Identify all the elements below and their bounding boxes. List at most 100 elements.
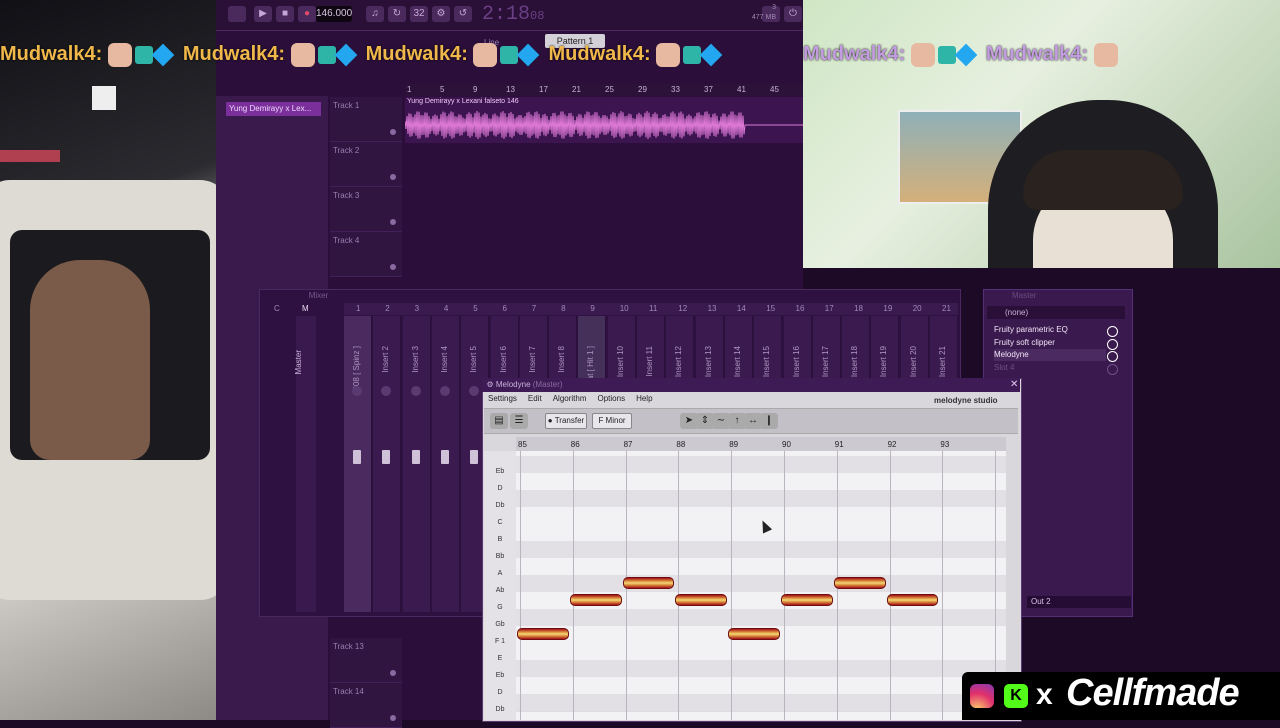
track-mute-indicator[interactable] <box>390 219 396 225</box>
menu-item[interactable]: Options <box>598 394 626 403</box>
track-mute-indicator[interactable] <box>390 715 396 721</box>
time-suffix: 08 <box>530 9 545 23</box>
melodyne-bar-ruler[interactable]: 85 86 87 88 89 90 91 92 93 <box>516 437 1006 451</box>
strip-number: 12 <box>678 304 688 313</box>
wait-input-icon[interactable]: ↻ <box>388 6 406 22</box>
play-icon[interactable]: ▶ <box>254 6 272 22</box>
step-edit-icon[interactable]: ⚙ <box>432 6 450 22</box>
pan-knob[interactable] <box>439 386 450 396</box>
track-mute-indicator[interactable] <box>390 264 396 270</box>
pan-knob[interactable] <box>381 386 392 396</box>
pan-knob[interactable] <box>410 386 421 396</box>
track-header[interactable]: Track 1 <box>330 97 402 142</box>
fx-slot[interactable]: Slot 4 <box>994 362 1106 374</box>
ruler-mark: 25 <box>605 85 614 94</box>
metronome-icon[interactable]: ♫ <box>366 6 384 22</box>
fx-slot[interactable]: Melodyne <box>994 349 1106 361</box>
strip-number: 21 <box>942 304 951 313</box>
track-header[interactable]: Track 3 <box>330 187 402 232</box>
face-emote-icon <box>910 42 935 67</box>
menu-item[interactable]: Help <box>636 394 652 403</box>
face-emote-icon <box>1093 42 1118 67</box>
audio-waveform <box>405 110 803 140</box>
street-sign <box>92 86 116 110</box>
stop-icon[interactable]: ■ <box>276 6 294 22</box>
playlist-ruler[interactable]: 1 5 9 13 17 21 25 29 33 37 41 45 <box>405 84 803 96</box>
cube-emote-icon <box>334 43 357 67</box>
pitch-blob[interactable] <box>517 628 569 640</box>
track-mute-indicator[interactable] <box>390 129 396 135</box>
bar-number: 90 <box>782 440 791 449</box>
strip-name: Insert 14 <box>732 346 742 378</box>
pitch-blob[interactable] <box>622 577 675 589</box>
clip-list-item[interactable]: Yung Demirayy x Lex... <box>226 102 321 116</box>
strip-number: 10 <box>619 304 629 313</box>
tempo-display[interactable]: 146.000 <box>316 6 352 22</box>
mixer-view-icon[interactable]: ☰ <box>510 413 528 429</box>
mixer-strip[interactable]: Insert 3 <box>402 316 431 612</box>
menu-item[interactable]: Algorithm <box>553 394 587 403</box>
strip-fader[interactable] <box>470 450 479 464</box>
strip-number: 4 <box>443 304 449 313</box>
strip-number: 2 <box>385 304 390 313</box>
pitch-blob[interactable] <box>833 577 886 589</box>
fx-slot-toggle[interactable] <box>1107 351 1118 362</box>
menu-item[interactable]: Edit <box>528 394 542 403</box>
left-camera-feed <box>0 0 216 720</box>
loop-record-icon[interactable]: ↺ <box>454 6 472 22</box>
pitch-label: D <box>497 485 503 492</box>
strip-number: 19 <box>883 304 893 313</box>
pitch-row <box>516 643 1006 661</box>
pan-knob[interactable] <box>352 386 362 396</box>
mixer-strip[interactable]: 808 [ Spinz ] <box>344 316 372 612</box>
fx-slot[interactable]: Fruity soft clipper <box>994 337 1106 349</box>
strip-number: 3 <box>414 304 420 313</box>
close-icon[interactable]: ✕ <box>1010 379 1018 390</box>
strip-fader[interactable] <box>353 450 361 464</box>
fx-slot[interactable]: Fruity parametric EQ <box>994 324 1106 336</box>
countdown-icon[interactable]: 32 <box>410 6 428 22</box>
ruler-mark: 13 <box>506 85 515 94</box>
pitch-blob[interactable] <box>781 594 833 606</box>
fx-slot-toggle[interactable] <box>1107 338 1118 350</box>
mixer-strip[interactable]: Insert 2 <box>373 316 402 612</box>
note-editor-grid[interactable] <box>516 451 1006 720</box>
power-icon[interactable]: ⏻ <box>784 6 802 22</box>
fx-slot-toggle[interactable] <box>1107 326 1118 337</box>
key-selector[interactable]: F Minor <box>592 413 632 429</box>
track-header[interactable]: Track 4 <box>330 232 402 277</box>
strip-name: Insert 17 <box>820 346 830 378</box>
chat-emote-overlay-right: Mudwalk4: Mudwalk4: <box>803 36 1280 72</box>
strip-number: 6 <box>502 304 507 313</box>
transfer-button[interactable]: ● Transfer <box>545 413 587 429</box>
melodyne-titlebar[interactable]: ⚙ Melodyne (Master) <box>482 378 1020 392</box>
pan-knob[interactable] <box>469 386 480 396</box>
menu-item[interactable]: Settings <box>488 394 517 403</box>
output-selector[interactable]: Out 2 <box>1027 596 1131 608</box>
note-separation-icon[interactable]: ❙ <box>760 413 778 429</box>
mixer-strip[interactable]: Insert 4 <box>431 316 460 612</box>
track-header[interactable]: Track 2 <box>330 142 402 187</box>
pitch-row <box>516 609 1006 627</box>
pattern-song-toggle[interactable] <box>228 6 246 22</box>
strip-fader[interactable] <box>382 450 391 464</box>
pitch-blob[interactable] <box>728 628 780 640</box>
track-mute-indicator[interactable] <box>390 174 396 180</box>
track-mute-indicator[interactable] <box>390 670 396 676</box>
pitch-blob[interactable] <box>569 594 622 606</box>
record-icon[interactable]: ● <box>298 6 316 22</box>
track-header[interactable]: Track 13 <box>330 638 402 683</box>
fx-slot-selector[interactable]: (none) <box>987 306 1125 319</box>
track-header[interactable]: Track 14 <box>330 683 402 728</box>
fx-slot-toggle[interactable] <box>1107 363 1118 375</box>
pitch-blob[interactable] <box>886 594 939 606</box>
pitch-blob[interactable] <box>675 594 728 606</box>
pitch-row <box>516 490 1006 508</box>
strip-fader[interactable] <box>440 450 449 464</box>
layout-icon[interactable]: ▤ <box>490 413 508 429</box>
melodyne-title-suffix: (Master) <box>532 380 563 389</box>
chat-username: Mudwalk4: <box>548 43 651 65</box>
strip-fader[interactable] <box>411 450 420 464</box>
mixer-col-c: C <box>274 304 280 313</box>
track-label: Track 13 <box>333 642 364 651</box>
